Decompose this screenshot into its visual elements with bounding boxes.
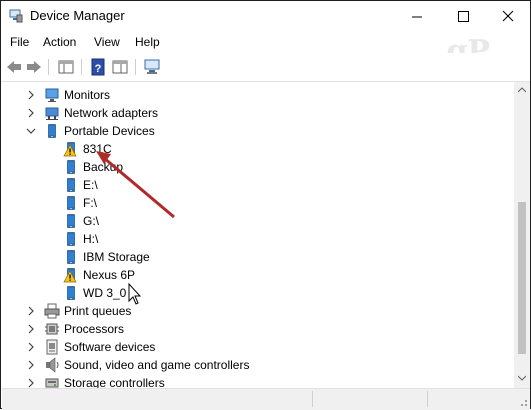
tree-item[interactable]: G:\	[2, 212, 514, 230]
tree-item[interactable]: 831C	[2, 140, 514, 158]
status-bar	[2, 388, 530, 410]
tree-item-label: Software devices	[64, 340, 156, 354]
scroll-down-arrow-icon[interactable]	[518, 375, 526, 381]
resize-grip-icon[interactable]	[517, 396, 529, 408]
portable-device-icon	[67, 286, 75, 300]
portable-device-icon	[48, 124, 56, 138]
tree-item[interactable]: Storage controllers	[2, 374, 514, 388]
back-arrow-icon[interactable]	[5, 58, 23, 76]
toolbar-separator	[81, 59, 82, 75]
maximize-icon	[458, 11, 469, 22]
chevron-right-icon[interactable]	[26, 108, 36, 118]
tree-item[interactable]: IBM Storage	[2, 248, 514, 266]
tree-item[interactable]: F:\	[2, 194, 514, 212]
tree-item-label: E:\	[83, 178, 98, 192]
close-button[interactable]	[485, 1, 531, 32]
warning-device-icon	[63, 268, 77, 283]
show-hide-console-tree-icon[interactable]	[57, 58, 75, 76]
vertical-scrollbar[interactable]	[514, 82, 530, 388]
tree-item[interactable]: E:\	[2, 176, 514, 194]
tree-item[interactable]: Print queues	[2, 302, 514, 320]
portable-device-icon	[67, 214, 75, 228]
minimize-button[interactable]	[394, 1, 440, 32]
status-bar-pane	[312, 391, 313, 407]
software-device-icon	[46, 339, 58, 355]
tree-item-label: IBM Storage	[83, 250, 150, 264]
portable-device-icon	[67, 178, 75, 192]
tree-item-label: F:\	[83, 196, 97, 210]
toolbar: ?	[1, 53, 530, 82]
tree-item-label: Processors	[64, 322, 125, 336]
status-bar-pane	[427, 391, 428, 407]
tree-item[interactable]: Monitors	[2, 86, 514, 104]
maximize-button[interactable]	[440, 1, 486, 32]
processor-icon	[45, 323, 59, 335]
warning-device-icon	[63, 142, 77, 157]
printer-icon	[44, 303, 60, 319]
chevron-right-icon[interactable]	[26, 360, 36, 370]
tree-item-label: Nexus 6P	[83, 268, 136, 282]
tree-item-label: G:\	[83, 214, 100, 228]
chevron-right-icon[interactable]	[26, 90, 36, 100]
tree-item-label: Storage controllers	[64, 376, 165, 388]
svg-text:?: ?	[95, 63, 102, 75]
tree-item-label: H:\	[83, 232, 99, 246]
chevron-right-icon[interactable]	[26, 324, 36, 334]
portable-device-icon	[67, 160, 75, 174]
window-title: Device Manager	[30, 8, 125, 23]
tree-item[interactable]: WD 3_0	[2, 284, 514, 302]
toolbar-separator	[135, 59, 136, 75]
help-icon[interactable]: ?	[89, 58, 107, 76]
device-manager-app-icon	[9, 9, 23, 23]
tree-item-label: Print queues	[64, 304, 132, 318]
tree-item-label: Monitors	[64, 88, 111, 102]
tree-item[interactable]: Sound, video and game controllers	[2, 356, 514, 374]
minimize-icon	[412, 16, 422, 18]
tree-item[interactable]: Backup	[2, 158, 514, 176]
scan-hardware-changes-icon[interactable]	[143, 58, 161, 76]
device-manager-window: Device Manager File Action View Help gP …	[0, 0, 531, 410]
menu-action[interactable]: Action	[43, 35, 76, 49]
network-adapter-icon	[45, 107, 59, 120]
properties-icon[interactable]	[111, 58, 129, 76]
tree-item[interactable]: Software devices	[2, 338, 514, 356]
tree-item[interactable]: Nexus 6P	[2, 266, 514, 284]
tree-item-label: Portable Devices	[64, 124, 155, 138]
close-icon	[502, 10, 514, 22]
menu-file[interactable]: File	[10, 35, 29, 49]
device-tree: Monitors Network adapters Portable Devices…	[2, 82, 514, 388]
storage-controller-icon	[45, 378, 59, 388]
chevron-right-icon[interactable]	[26, 306, 36, 316]
tree-item-label: Sound, video and game controllers	[64, 358, 250, 372]
chevron-right-icon[interactable]	[26, 378, 36, 388]
forward-arrow-icon[interactable]	[25, 58, 43, 76]
sound-icon	[46, 357, 59, 373]
tree-item[interactable]: Network adapters	[2, 104, 514, 122]
monitor-icon	[45, 88, 59, 102]
title-bar[interactable]: Device Manager	[1, 1, 530, 32]
vertical-scrollbar-thumb[interactable]	[518, 202, 526, 354]
portable-device-icon	[67, 232, 75, 246]
portable-device-icon	[67, 196, 75, 210]
scroll-up-arrow-icon[interactable]	[518, 87, 526, 93]
chevron-down-icon[interactable]	[26, 126, 36, 136]
tree-item[interactable]: Processors	[2, 320, 514, 338]
tree-item-label: WD 3_0	[83, 286, 127, 300]
tree-item-label: Network adapters	[64, 106, 159, 120]
menu-help[interactable]: Help	[135, 35, 160, 49]
toolbar-separator	[48, 59, 49, 75]
tree-item-label: Backup	[83, 160, 124, 174]
menu-view[interactable]: View	[94, 35, 120, 49]
chevron-right-icon[interactable]	[26, 342, 36, 352]
tree-item[interactable]: Portable Devices	[2, 122, 514, 140]
tree-item-label: 831C	[83, 142, 112, 156]
tree-item[interactable]: H:\	[2, 230, 514, 248]
portable-device-icon	[67, 250, 75, 264]
